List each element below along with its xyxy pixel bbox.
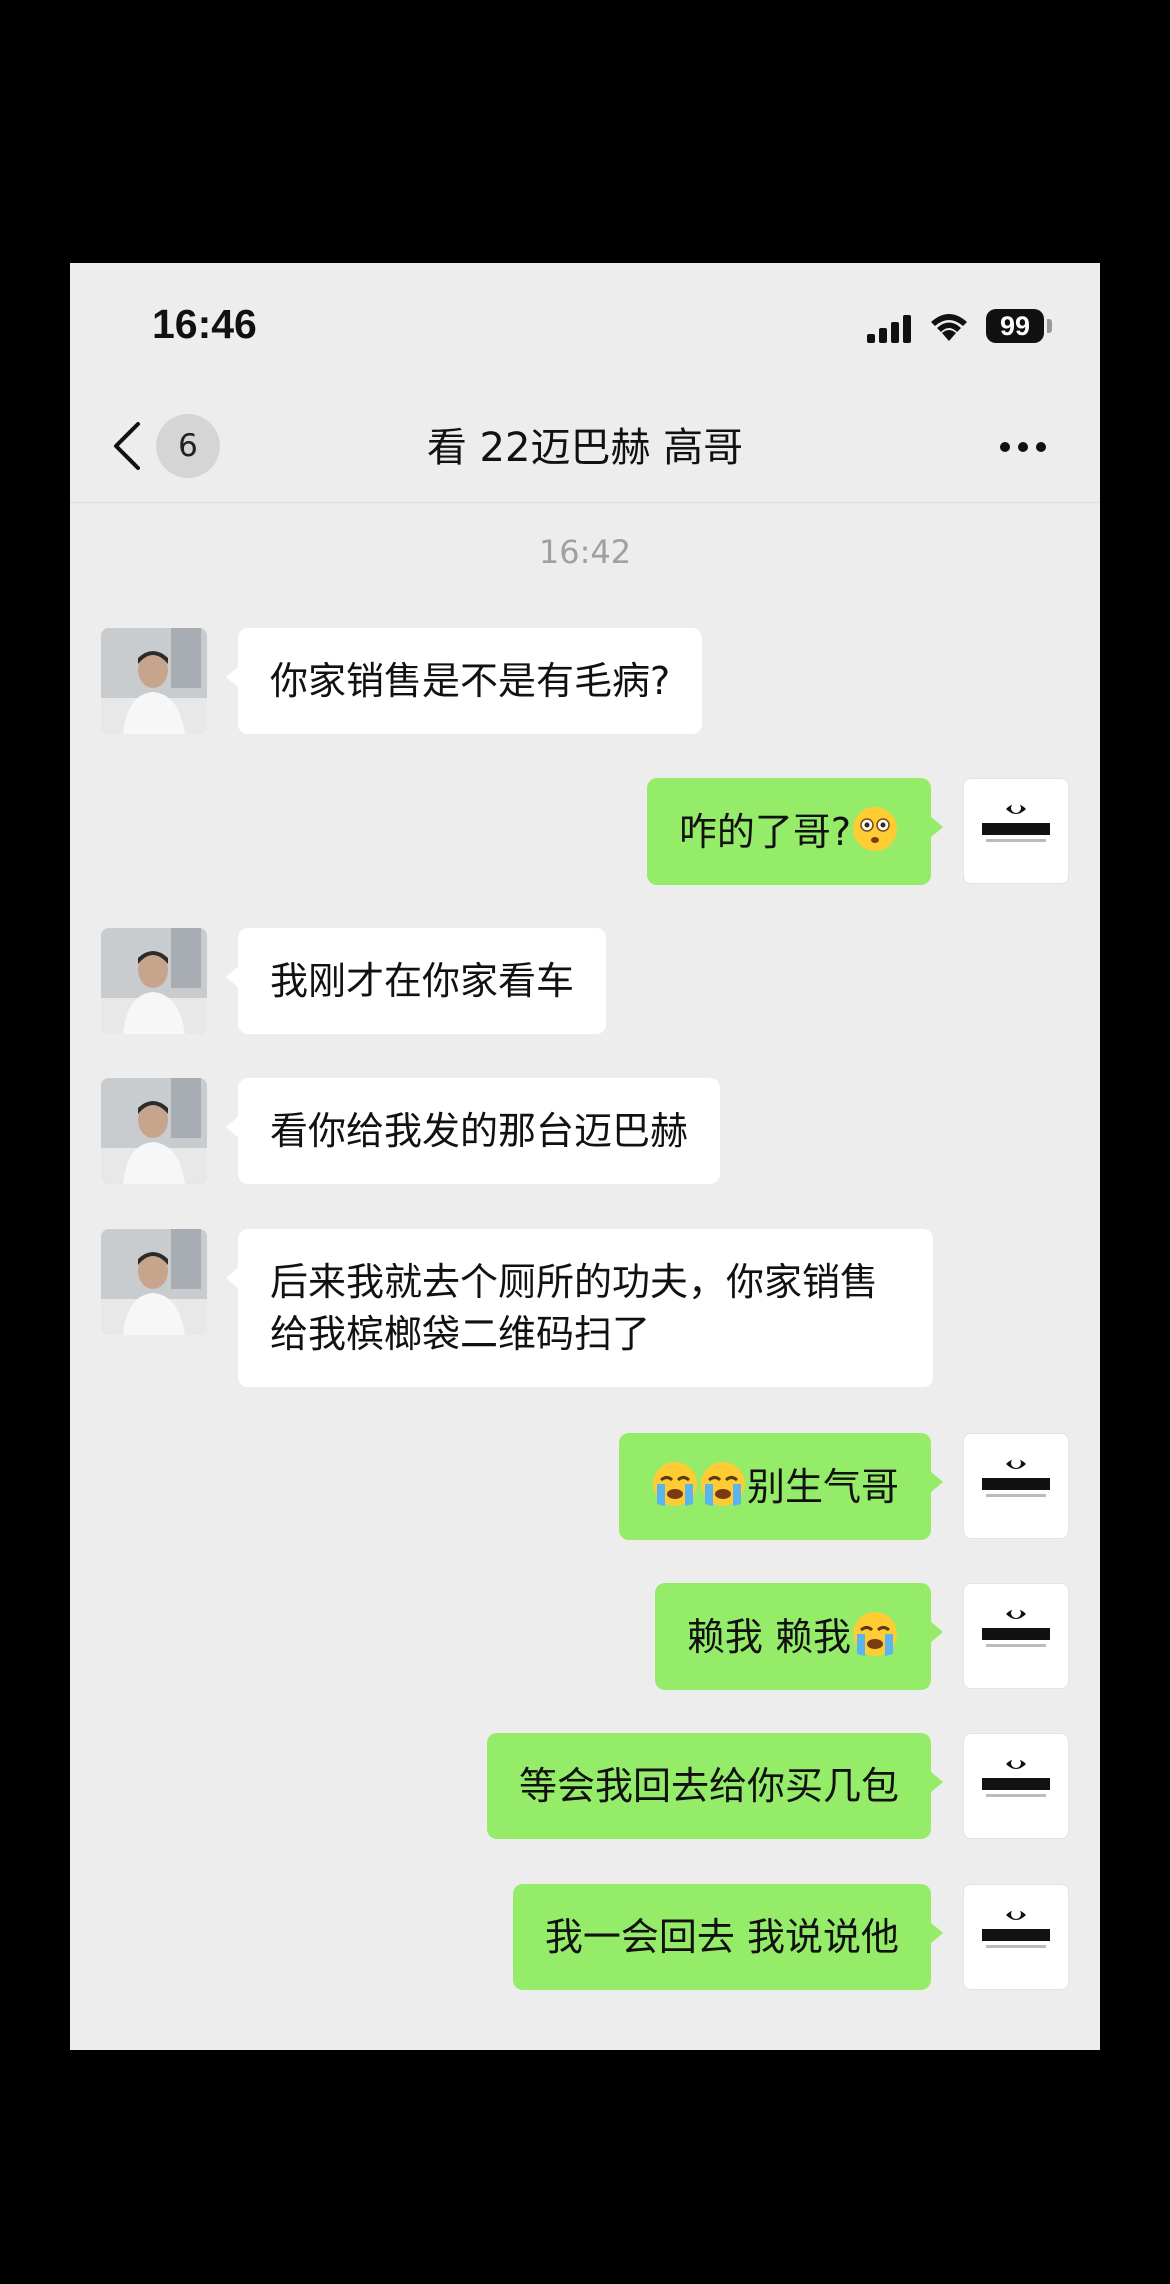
- message-bubble-received[interactable]: 看你给我发的那台迈巴赫: [225, 1078, 721, 1184]
- message-bubble-received[interactable]: 后来我就去个厕所的功夫，你家销售给我槟榔袋二维码扫了: [226, 1229, 933, 1387]
- cellular-signal-icon: [867, 315, 913, 343]
- message-bubble-sent[interactable]: 等会我回去给你买几包: [486, 1733, 944, 1839]
- message-text: 我刚才在你家看车: [270, 959, 575, 1003]
- battery-icon: 99: [986, 309, 1044, 343]
- user-avatar-logo[interactable]: [963, 1583, 1069, 1689]
- message-timestamp: 16:42: [538, 533, 632, 571]
- message-text: 我一会回去 我说说他: [544, 1915, 899, 1959]
- user-avatar-logo[interactable]: [963, 1884, 1069, 1990]
- message-bubble-received[interactable]: 你家销售是不是有毛病?: [225, 628, 703, 734]
- unread-count-badge[interactable]: 6: [156, 414, 220, 478]
- message-text: 咋的了哥?: [678, 810, 851, 854]
- chat-screen: 16:46 99 6 看 22迈巴赫 高哥 16:42 你家销售是不是有毛病? …: [70, 263, 1100, 2050]
- message-bubble-sent[interactable]: 别生气哥: [618, 1433, 944, 1540]
- user-avatar-logo[interactable]: [963, 778, 1069, 884]
- message-bubble-sent[interactable]: 咋的了哥?: [646, 778, 944, 885]
- contact-avatar[interactable]: [101, 928, 207, 1034]
- user-avatar-logo[interactable]: [963, 1433, 1069, 1539]
- status-time: 16:46: [152, 301, 257, 347]
- loudly-crying-face-icon: [853, 1612, 897, 1656]
- message-text: 你家销售是不是有毛病?: [270, 659, 671, 703]
- loudly-crying-face-icon: [652, 1462, 697, 1506]
- wifi-icon: [931, 314, 967, 341]
- user-avatar-logo[interactable]: [963, 1733, 1069, 1839]
- message-text: 等会我回去给你买几包: [518, 1764, 899, 1808]
- back-chevron-icon[interactable]: [110, 420, 144, 472]
- message-bubble-sent[interactable]: 赖我 赖我: [654, 1583, 944, 1690]
- astonished-face-icon: [853, 807, 897, 851]
- battery-tip: [1047, 319, 1052, 333]
- message-bubble-sent[interactable]: 我一会回去 我说说他: [512, 1884, 944, 1990]
- nav-bar: 6 看 22迈巴赫 高哥: [70, 393, 1100, 503]
- contact-avatar[interactable]: [101, 1229, 207, 1335]
- chat-title: 看 22迈巴赫 高哥: [426, 425, 744, 471]
- more-options-icon[interactable]: [1000, 442, 1046, 454]
- contact-avatar[interactable]: [101, 628, 207, 734]
- message-text: 后来我就去个厕所的功夫，你家销售给我槟榔袋二维码扫了: [270, 1260, 879, 1356]
- message-text: 别生气哥: [746, 1465, 899, 1509]
- message-text: 赖我 赖我: [686, 1615, 851, 1659]
- contact-avatar[interactable]: [101, 1078, 207, 1184]
- loudly-crying-face-icon: [700, 1462, 745, 1506]
- message-bubble-received[interactable]: 我刚才在你家看车: [225, 928, 607, 1034]
- message-text: 看你给我发的那台迈巴赫: [270, 1109, 689, 1153]
- status-bar: 16:46 99: [70, 263, 1100, 393]
